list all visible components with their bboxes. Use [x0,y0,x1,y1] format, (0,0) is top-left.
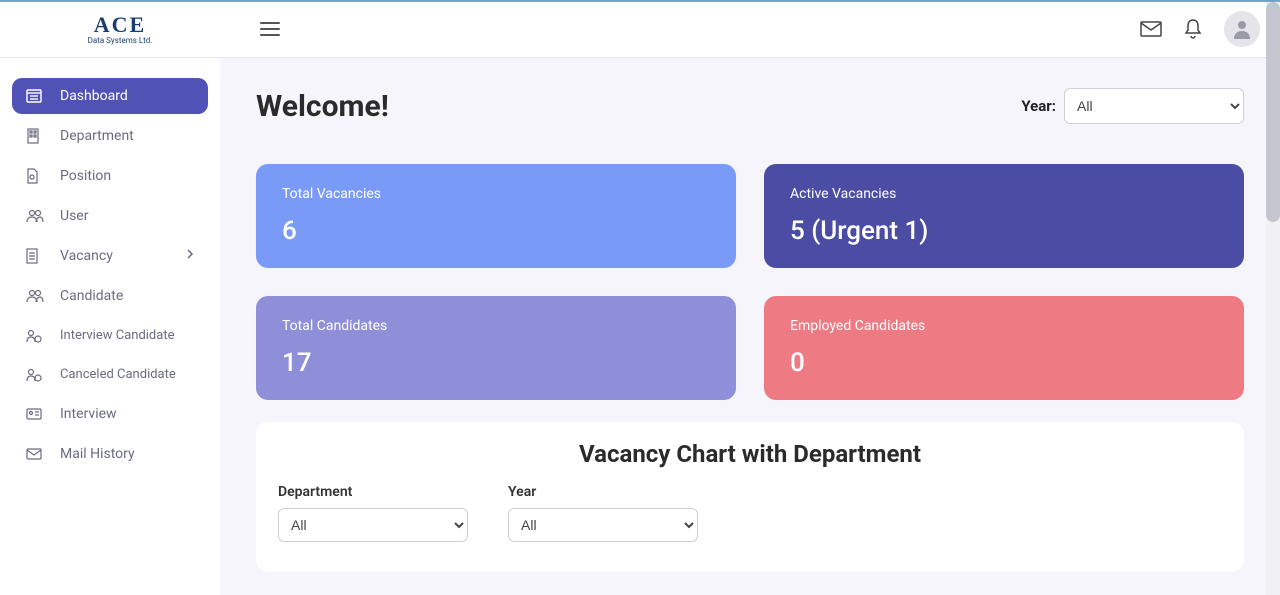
scrollbar-thumb[interactable] [1266,2,1280,222]
welcome-row: Welcome! Year: All [256,88,1244,124]
sidebar-item-vacancy[interactable]: Vacancy [12,238,208,274]
users-icon [26,289,48,303]
sidebar-item-label: Department [60,128,134,144]
chart-filter-department: Department All [278,484,468,542]
sidebar: Dashboard Department Position User Vacan… [0,58,220,595]
chart-panel: Vacancy Chart with Department Department… [256,422,1244,572]
sidebar-item-mail-history[interactable]: Mail History [12,436,208,472]
logo-main: ACE [94,12,146,38]
sidebar-item-canceled-candidate[interactable]: Canceled Candidate [12,357,208,392]
dashboard-icon [26,89,48,103]
card-active-vacancies[interactable]: Active Vacancies 5 (Urgent 1) [764,164,1244,268]
sidebar-item-dashboard[interactable]: Dashboard [12,78,208,114]
users-icon [26,209,48,223]
card-label: Total Candidates [282,318,710,334]
chart-filter-year: Year All [508,484,698,542]
chevron-right-icon [186,248,194,264]
topbar: ACE Data Systems Ltd. [0,0,1280,58]
user-x-icon [26,368,48,382]
menu-toggle-button[interactable] [260,22,280,36]
card-label: Active Vacancies [790,186,1218,202]
document-icon [26,248,48,264]
chart-year-select[interactable]: All [508,508,698,542]
envelope-icon [26,448,48,460]
avatar[interactable] [1224,11,1260,47]
user-check-icon [26,329,48,343]
page-title: Welcome! [256,89,389,124]
sidebar-item-label: Dashboard [60,88,128,104]
card-total-candidates[interactable]: Total Candidates 17 [256,296,736,400]
card-label: Total Vacancies [282,186,710,202]
year-label: Year: [1021,97,1056,115]
building-icon [26,128,48,144]
sidebar-item-interview[interactable]: Interview [12,396,208,432]
sidebar-item-label: Position [60,168,111,184]
year-filter: Year: All [1021,88,1244,124]
id-card-icon [26,408,48,420]
sidebar-item-label: Interview [60,406,117,422]
sidebar-item-label: Candidate [60,288,123,304]
sidebar-item-label: User [60,208,88,224]
department-select[interactable]: All [278,508,468,542]
logo[interactable]: ACE Data Systems Ltd. [20,12,220,45]
card-value: 0 [790,348,1218,378]
chart-title: Vacancy Chart with Department [278,440,1222,468]
sidebar-item-candidate[interactable]: Candidate [12,278,208,314]
main-content: Welcome! Year: All Total Vacancies 6 Act… [220,58,1280,595]
sidebar-item-position[interactable]: Position [12,158,208,194]
sidebar-item-label: Canceled Candidate [60,367,176,382]
department-label: Department [278,484,468,500]
year-select[interactable]: All [1064,88,1244,124]
topbar-right [1140,11,1260,47]
bell-icon[interactable] [1184,19,1202,39]
card-total-vacancies[interactable]: Total Vacancies 6 [256,164,736,268]
card-value: 17 [282,348,710,378]
top-accent [0,0,1280,2]
card-value: 5 (Urgent 1) [790,216,1218,246]
sidebar-item-department[interactable]: Department [12,118,208,154]
sidebar-item-label: Vacancy [60,248,113,264]
chart-filters: Department All Year All [278,484,1222,542]
summary-cards: Total Vacancies 6 Active Vacancies 5 (Ur… [256,164,1244,400]
card-value: 6 [282,216,710,246]
mail-icon[interactable] [1140,21,1162,37]
sidebar-item-label: Interview Candidate [60,328,174,343]
sidebar-item-label: Mail History [60,446,135,462]
chart-year-label: Year [508,484,698,500]
card-employed-candidates[interactable]: Employed Candidates 0 [764,296,1244,400]
card-label: Employed Candidates [790,318,1218,334]
sidebar-item-user[interactable]: User [12,198,208,234]
sidebar-item-interview-candidate[interactable]: Interview Candidate [12,318,208,353]
logo-sub: Data Systems Ltd. [88,36,153,45]
file-icon [26,168,48,184]
